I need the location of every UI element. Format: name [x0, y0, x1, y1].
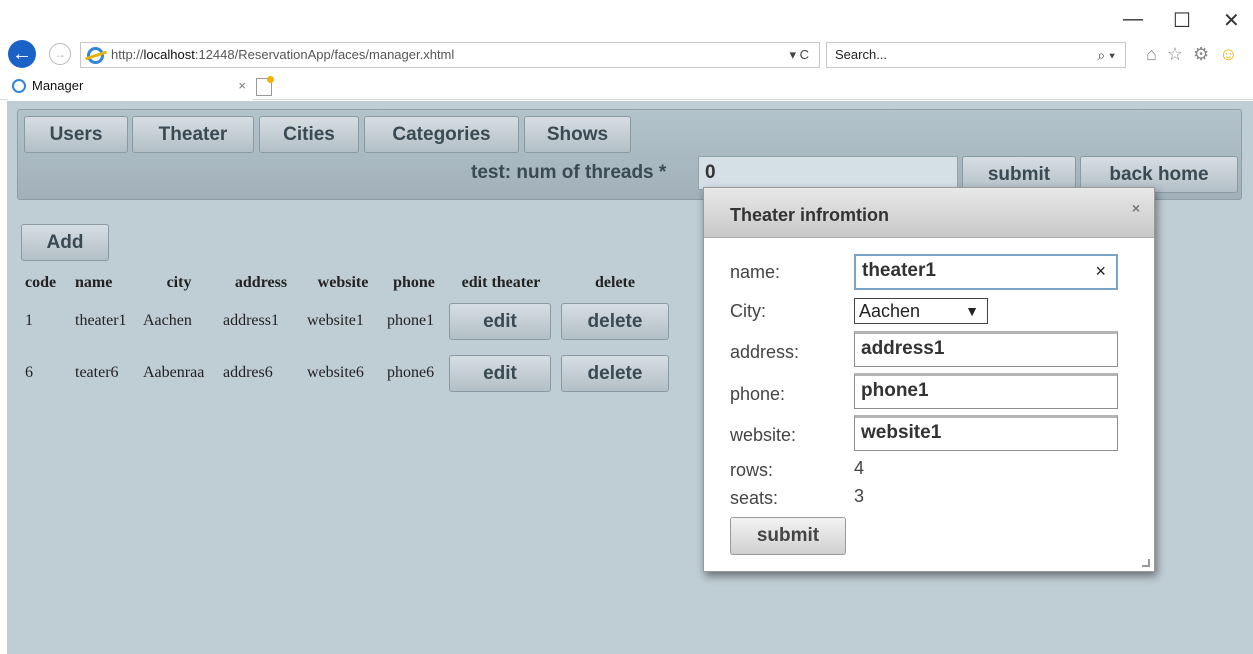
cell-city: Aabenraa: [143, 364, 205, 381]
ie-tab-icon: [12, 79, 26, 93]
cell-phone: phone1: [387, 312, 435, 329]
address-row: ← → http://localhost:12448/ReservationAp…: [0, 40, 1253, 70]
col-address-header: address: [234, 274, 288, 291]
menu-categories-button[interactable]: Categories: [364, 116, 519, 153]
ie-logo-icon: [87, 47, 104, 64]
table-header-row: code name city address website phone edi…: [21, 271, 673, 295]
theater-table: code name city address website phone edi…: [21, 271, 673, 399]
back-arrow-icon[interactable]: ←: [8, 40, 36, 68]
col-delete-header: delete: [595, 274, 635, 291]
name-field[interactable]: theater1 ×: [854, 254, 1118, 290]
dialog-title: Theater infromtion: [730, 205, 890, 225]
website-field[interactable]: website1: [854, 415, 1118, 451]
col-name-header: name: [75, 274, 113, 291]
add-button[interactable]: Add: [21, 224, 109, 261]
phone-label: phone:: [730, 384, 786, 404]
name-label: name:: [730, 262, 781, 282]
city-label: City:: [730, 301, 766, 321]
cell-code: 1: [25, 312, 33, 329]
new-tab-icon[interactable]: [256, 76, 274, 96]
cell-city: Aachen: [143, 312, 192, 329]
resize-grip-icon[interactable]: [1142, 559, 1150, 567]
dialog-header: Theater infromtion ×: [704, 188, 1154, 238]
tab-close-icon[interactable]: ×: [238, 74, 246, 98]
menu-cities-button[interactable]: Cities: [259, 116, 359, 153]
col-city-header: city: [166, 274, 192, 291]
rows-label: rows:: [730, 460, 774, 480]
edit-button[interactable]: edit: [449, 354, 551, 392]
minimize-button[interactable]: —: [1123, 8, 1143, 33]
website-label: website:: [730, 425, 797, 445]
edit-button[interactable]: edit: [449, 302, 551, 340]
menu-theater-button[interactable]: Theater: [132, 116, 254, 153]
seats-value: 3: [854, 486, 865, 506]
address-field[interactable]: address1: [854, 331, 1118, 367]
cell-name: theater1: [75, 312, 127, 329]
col-phone-header: phone: [393, 274, 435, 291]
city-value: Aachen: [859, 301, 921, 321]
tab-strip: Manager ×: [0, 74, 1253, 100]
table-row: 6 teater6 Aabenraa addres6 website6 phon…: [21, 347, 673, 399]
forward-arrow-icon[interactable]: →: [49, 43, 71, 65]
settings-gear-icon[interactable]: ⚙: [1193, 44, 1209, 65]
address-bar[interactable]: http://localhost:12448/ReservationApp/fa…: [80, 42, 820, 68]
feedback-smiley-icon[interactable]: ☺: [1219, 44, 1237, 65]
menu-shows-button[interactable]: Shows: [524, 116, 631, 153]
maximize-button[interactable]: ☐: [1173, 8, 1191, 33]
clear-icon[interactable]: ×: [1095, 256, 1106, 286]
search-icon[interactable]: ⌕ ▾: [1097, 43, 1115, 67]
refresh-icon[interactable]: ▾ C: [789, 43, 809, 67]
tab-manager[interactable]: Manager ×: [8, 74, 252, 100]
browser-window: — ☐ ✕ ← → http://localhost:12448/Reserva…: [0, 0, 1253, 654]
url-prefix: http://: [111, 47, 144, 62]
toolbar-icons: ⌂ ☆ ⚙ ☺: [1146, 44, 1238, 65]
name-value: theater1: [862, 260, 936, 281]
search-input[interactable]: Search... ⌕ ▾: [826, 42, 1126, 68]
cell-address: address1: [223, 312, 279, 329]
cell-website: website6: [307, 364, 364, 381]
url-path: :12448/ReservationApp/faces/manager.xhtm…: [194, 47, 455, 62]
col-website-header: website: [317, 274, 369, 291]
threads-label: test: num of threads *: [471, 162, 667, 183]
dialog-close-icon[interactable]: ×: [1132, 200, 1140, 216]
col-code-header: code: [25, 274, 57, 291]
cell-website: website1: [307, 312, 364, 329]
delete-button[interactable]: delete: [561, 354, 669, 392]
favorites-star-icon[interactable]: ☆: [1167, 44, 1183, 65]
cell-code: 6: [25, 364, 33, 381]
address-label: address:: [730, 342, 800, 362]
col-edit-header: edit theater: [461, 274, 541, 291]
url-host: localhost: [143, 47, 195, 62]
rows-value: 4: [854, 458, 865, 478]
tab-title: Manager: [32, 78, 84, 93]
close-window-button[interactable]: ✕: [1223, 8, 1240, 33]
dialog-submit-button[interactable]: submit: [730, 517, 846, 555]
table-row: 1 theater1 Aachen address1 website1 phon…: [21, 295, 673, 347]
menu-users-button[interactable]: Users: [24, 116, 128, 153]
cell-address: addres6: [223, 364, 273, 381]
city-select[interactable]: Aachen ▼: [854, 298, 988, 324]
search-placeholder: Search...: [835, 47, 888, 62]
delete-button[interactable]: delete: [561, 302, 669, 340]
home-icon[interactable]: ⌂: [1146, 44, 1157, 65]
cell-phone: phone6: [387, 364, 435, 381]
chevron-down-icon: ▼: [965, 303, 979, 319]
threads-input[interactable]: 0: [698, 156, 958, 190]
seats-label: seats:: [730, 488, 779, 508]
cell-name: teater6: [75, 364, 119, 381]
phone-field[interactable]: phone1: [854, 373, 1118, 409]
theater-info-dialog: Theater infromtion × name: theater1 × Ci…: [703, 187, 1155, 572]
window-controls: — ☐ ✕: [1123, 8, 1240, 33]
